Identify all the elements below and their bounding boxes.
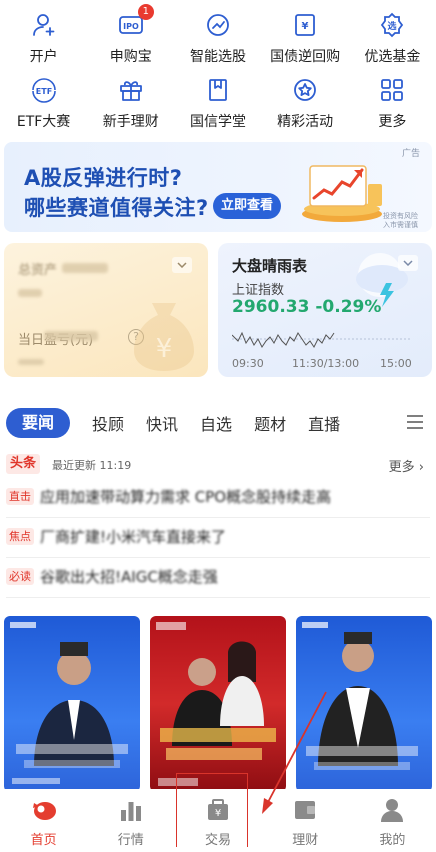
chevron-down-icon[interactable] (398, 255, 418, 271)
highlight-box (176, 773, 248, 847)
banner-view-now-button[interactable]: 立即查看 (213, 193, 282, 219)
grid-item-more[interactable]: 更多 (349, 75, 435, 140)
grid-item-beginner[interactable]: 新手理财 (88, 75, 174, 140)
tab-news[interactable]: 要闻 (6, 408, 71, 438)
profile-icon (381, 799, 404, 822)
video-thumbnail[interactable] (4, 616, 140, 792)
svg-text:¥: ¥ (302, 21, 309, 32)
chart-bars-icon (120, 802, 141, 821)
svg-text:¥: ¥ (156, 334, 173, 364)
last-updated: 最近更新 11:19 (52, 459, 132, 472)
quick-entry-grid: 开户 IPO 1 申购宝 智能选股 ¥ 国债逆回购 选 优选基金 ETF ETF… (0, 4, 436, 140)
news-item[interactable]: 必读 谷歌出大招!AIGC概念走强 (6, 558, 430, 598)
index-name: 上证指数 (232, 283, 285, 298)
news-title: 谷歌出大招!AIGC概念走强 (40, 568, 218, 586)
ad-label: 广告 (401, 149, 420, 159)
nav-label: 我的 (379, 833, 406, 848)
tab-advisor[interactable]: 投顾 (92, 411, 124, 435)
nav-label: 行情 (117, 833, 144, 848)
index-value: 2960.33 (232, 297, 310, 317)
news-tag: 焦点 (6, 528, 34, 545)
headline-bar: 头条 最近更新 11:19 更多 › (6, 454, 430, 476)
fund-icon: 选 (377, 10, 407, 40)
risk-notice: 投资有风险 入市需谨慎 (383, 212, 418, 230)
grid-item-label: 开户 (29, 49, 58, 65)
svg-text:IPO: IPO (123, 22, 139, 31)
time-label: 09:30 (232, 357, 264, 370)
news-title: 厂商扩建!小米汽车直接来了 (40, 528, 227, 546)
svg-text:ETF: ETF (35, 87, 51, 96)
news-tag: 直击 (6, 488, 34, 505)
grid-item-academy[interactable]: 国信学堂 (175, 75, 261, 140)
grid-item-label: 智能选股 (189, 49, 246, 65)
notification-badge: 1 (137, 4, 154, 20)
banner-subheadline: 哪些赛道值得关注? (24, 196, 209, 220)
home-icon (32, 802, 56, 820)
masked-value (18, 289, 42, 297)
nav-profile[interactable]: 我的 (349, 789, 436, 852)
bond-icon: ¥ (290, 10, 320, 40)
grid-item-label: 精彩活动 (277, 114, 334, 130)
tab-live[interactable]: 直播 (308, 411, 340, 435)
presenter-image (10, 622, 128, 784)
grid-item-smart-picker[interactable]: 智能选股 (175, 10, 261, 75)
money-bag-icon: ¥ (134, 303, 194, 371)
news-tag: 必读 (6, 568, 34, 585)
grid-item-ipo[interactable]: IPO 1 申购宝 (88, 4, 174, 75)
etf-icon: ETF (29, 75, 59, 105)
svg-text:选: 选 (388, 20, 397, 32)
tab-flash[interactable]: 快讯 (146, 411, 178, 435)
grid-item-label: 申购宝 (109, 49, 152, 65)
book-icon (203, 75, 233, 105)
grid-item-open-account[interactable]: 开户 (1, 10, 87, 75)
headline-tag: 头条 (6, 454, 41, 474)
grid-item-label: 更多 (378, 114, 407, 130)
arrow-annotation-icon (262, 691, 327, 814)
nav-home[interactable]: 首页 (0, 789, 87, 852)
grid-item-bond-repo[interactable]: ¥ 国债逆回购 (262, 10, 348, 75)
masked-value (44, 331, 98, 341)
grid-item-label: 国债逆回购 (270, 49, 341, 65)
more-link[interactable]: 更多 › (389, 456, 424, 475)
promo-banner[interactable]: A股反弹进行时? 哪些赛道值得关注? 立即查看 广告 投资有风险 入市需谨慎 (4, 142, 432, 232)
tab-topics[interactable]: 题材 (254, 411, 286, 435)
nav-label: 理财 (292, 833, 319, 848)
risk-notice-line: 入市需谨慎 (383, 221, 418, 229)
total-assets-label: 总资产 (18, 263, 58, 278)
intraday-sparkline (232, 331, 412, 348)
market-card-title: 大盘晴雨表 (232, 257, 308, 275)
nav-label: 首页 (30, 833, 57, 848)
risk-notice-line: 投资有风险 (383, 212, 418, 220)
chevron-down-icon[interactable] (172, 257, 192, 273)
masked-value (18, 359, 44, 365)
news-item[interactable]: 直击 应用加速带动算力需求 CPO概念股持续走高 (6, 478, 430, 518)
grid-item-label: 国信学堂 (189, 114, 246, 130)
grid-item-label: 新手理财 (102, 114, 159, 130)
grid-item-fund[interactable]: 选 优选基金 (349, 10, 435, 75)
gauge-icon (203, 10, 233, 40)
market-barometer-card[interactable]: 大盘晴雨表 上证指数 2960.33 -0.29% 09:30 11:30/13… (218, 243, 432, 377)
menu-icon[interactable] (406, 413, 424, 431)
news-item[interactable]: 焦点 厂商扩建!小米汽车直接来了 (6, 518, 430, 558)
news-title: 应用加速带动算力需求 CPO概念股持续走高 (40, 488, 332, 506)
grid-item-label: 优选基金 (364, 49, 421, 65)
nav-market[interactable]: 行情 (87, 789, 174, 852)
time-label: 15:00 (380, 357, 412, 370)
ipo-icon: IPO 1 (116, 4, 154, 40)
more-label: 更多 (388, 460, 415, 475)
tab-watchlist[interactable]: 自选 (200, 411, 232, 435)
asset-card[interactable]: 总资产 当日盈亏(元) ? ¥ (4, 243, 208, 377)
grid-item-label: ETF大赛 (16, 114, 71, 130)
gift-icon (116, 75, 146, 105)
rising-chart-illustration-icon (302, 165, 382, 222)
banner-headline: A股反弹进行时? (24, 166, 183, 190)
masked-value (62, 263, 108, 273)
star-icon (290, 75, 320, 105)
grid-item-etf-contest[interactable]: ETF ETF大赛 (1, 75, 87, 140)
time-label: 11:30/13:00 (292, 357, 360, 370)
news-tabs: 要闻 投顾 快讯 自选 题材 直播 (0, 405, 436, 441)
grid-item-activities[interactable]: 精彩活动 (262, 75, 348, 140)
grid-icon (377, 75, 407, 105)
person-add-icon (29, 10, 59, 40)
